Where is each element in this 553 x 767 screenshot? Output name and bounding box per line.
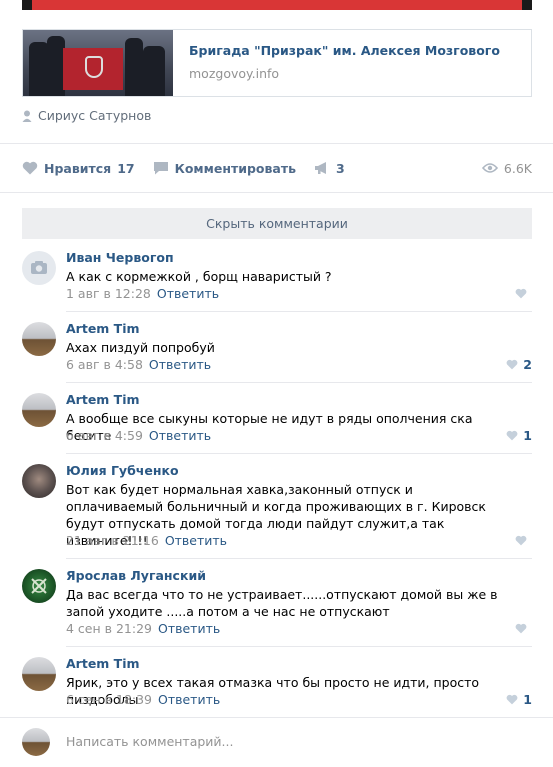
reply-link[interactable]: Ответить [157, 286, 219, 301]
comment-date[interactable]: 4 сен в 21:29 [66, 621, 152, 636]
heart-icon [506, 694, 518, 705]
comment-item: Ярослав Луганский Да вас всегда что то н… [22, 568, 532, 647]
comment-divider [66, 646, 532, 647]
comment-author[interactable]: Artem Tim [66, 392, 140, 407]
link-title[interactable]: Бригада "Призрак" им. Алексея Мозгового [189, 43, 500, 58]
emblem-icon [85, 56, 103, 78]
camera-icon [31, 261, 47, 274]
reply-link[interactable]: Ответить [149, 428, 211, 443]
share-count: 3 [336, 160, 345, 176]
comment-author[interactable]: Иван Червогоп [66, 250, 174, 265]
comment-like-count: 1 [523, 428, 532, 443]
avatar[interactable] [22, 393, 56, 427]
comment-item: Юлия Губченко Вот как будет нормальная х… [22, 463, 532, 559]
megaphone-icon [315, 162, 326, 174]
comment-divider [66, 382, 532, 383]
heart-icon [506, 430, 518, 441]
heart-icon [515, 623, 527, 634]
post-card: Бригада "Призрак" им. Алексея Мозгового … [0, 0, 553, 767]
divider [0, 717, 553, 718]
comment-author[interactable]: Юлия Губченко [66, 463, 179, 478]
comment-date[interactable]: 21 авг в 21:16 [66, 533, 159, 548]
comment-like-count: 1 [523, 692, 532, 707]
comment-like-button[interactable] [515, 623, 532, 634]
comment-like-button[interactable] [515, 535, 532, 546]
comment-author[interactable]: Artem Tim [66, 656, 140, 671]
avatar[interactable] [22, 464, 56, 498]
comment-item: Artem Tim Ярик, это у всех такая отмазка… [22, 656, 532, 717]
avatar[interactable] [22, 251, 56, 285]
comment-divider [66, 453, 532, 454]
comment-meta: 21 авг в 21:16 Ответить [66, 533, 227, 548]
divider [0, 143, 553, 144]
avatar[interactable] [22, 322, 56, 356]
comment-meta: 6 авг в 4:58 Ответить [66, 357, 211, 372]
comment-meta: 6 сен в 18:39 Ответить [66, 692, 220, 707]
share-button[interactable]: 3 [314, 161, 345, 176]
post-author[interactable]: Сириус Сатурнов [22, 108, 151, 123]
emblem-icon [31, 578, 47, 594]
comment-meta: 6 авг в 4:59 Ответить [66, 428, 211, 443]
comment-composer: Написать комментарий... [22, 728, 532, 756]
heart-icon [515, 535, 527, 546]
like-count: 17 [117, 160, 135, 176]
like-button[interactable]: Нравится 17 [22, 161, 135, 176]
comment-like-button[interactable]: 1 [506, 692, 532, 707]
avatar[interactable] [22, 657, 56, 691]
like-label: Нравится [44, 160, 112, 176]
comment-meta: 1 авг в 12:28 Ответить [66, 286, 219, 301]
reply-link[interactable]: Ответить [158, 621, 220, 636]
comment-date[interactable]: 1 авг в 12:28 [66, 286, 151, 301]
comment-input[interactable]: Написать комментарий... [66, 734, 233, 749]
heart-icon [515, 288, 527, 299]
comment-date[interactable]: 6 сен в 18:39 [66, 692, 152, 707]
banner-image-strip [22, 0, 532, 10]
divider [0, 192, 553, 193]
comment-meta: 4 сен в 21:29 Ответить [66, 621, 220, 636]
comment-item: Иван Червогоп А как с кормежкой , борщ н… [22, 250, 532, 312]
post-actions: Нравится 17 Комментировать 3 6.6K [22, 156, 532, 180]
reply-link[interactable]: Ответить [158, 692, 220, 707]
reply-link[interactable]: Ответить [165, 533, 227, 548]
author-name[interactable]: Сириус Сатурнов [38, 108, 151, 123]
comment-date[interactable]: 6 авг в 4:58 [66, 357, 143, 372]
comment-like-button[interactable]: 1 [506, 428, 532, 443]
comment-item: Artem Tim Ахах пиздуй попробуй 6 авг в 4… [22, 321, 532, 383]
comment-divider [66, 558, 532, 559]
comment-text: А как с кормежкой , борщ наваристый ? [66, 269, 332, 284]
comment-label: Комментировать [174, 160, 296, 176]
comment-like-count: 2 [523, 357, 532, 372]
views-count: 6.6K [503, 160, 532, 176]
comment-text: Да вас всегда что то не устраивает......… [66, 587, 498, 619]
comment-item: Artem Tim А вообще все сыкуны которые не… [22, 392, 532, 454]
link-thumbnail[interactable] [23, 30, 173, 96]
hide-comments-button[interactable]: Скрыть комментарии [22, 208, 532, 239]
comment-like-button[interactable] [515, 288, 532, 299]
comment-date[interactable]: 6 авг в 4:59 [66, 428, 143, 443]
heart-icon [506, 359, 518, 370]
link-domain: mozgovoy.info [189, 66, 280, 81]
pin-icon [22, 110, 32, 122]
comment-button[interactable]: Комментировать [153, 161, 296, 176]
comment-author[interactable]: Ярослав Луганский [66, 568, 206, 583]
comment-text: Ахах пиздуй попробуй [66, 340, 215, 355]
heart-icon [22, 161, 38, 175]
comment-divider [66, 311, 532, 312]
link-preview[interactable]: Бригада "Призрак" им. Алексея Мозгового … [22, 29, 532, 97]
views-counter: 6.6K [481, 160, 532, 176]
avatar[interactable] [22, 569, 56, 603]
reply-link[interactable]: Ответить [149, 357, 211, 372]
comment-author[interactable]: Artem Tim [66, 321, 140, 336]
my-avatar[interactable] [22, 728, 50, 756]
eye-icon [481, 163, 498, 173]
comment-icon [153, 162, 168, 175]
comment-like-button[interactable]: 2 [506, 357, 532, 372]
